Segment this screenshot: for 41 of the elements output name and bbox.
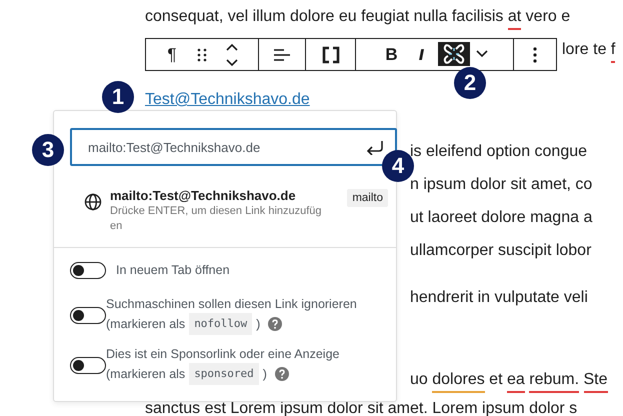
- paragraph-text: uo dolores et ea rebum. Ste: [410, 366, 608, 393]
- paragraph-text: sanctus est Lorem ipsum dolor sit amet. Lorem ipsum dolor s: [145, 398, 578, 416]
- suggestion-title: mailto:Test@Technikshavo.de: [110, 187, 297, 204]
- chevron-down-icon: [476, 50, 488, 58]
- link-type-tag: mailto: [347, 189, 388, 207]
- paragraph-text: lore te f: [562, 36, 616, 63]
- up-down-chevron-icon: [225, 42, 239, 68]
- note-text: ): [256, 316, 260, 333]
- align-left-icon: [273, 48, 291, 62]
- toggle-switch[interactable]: [70, 306, 106, 324]
- setting-label: In neuem Tab öffnen: [116, 262, 230, 279]
- note-text: (markieren als: [106, 316, 186, 333]
- setting-label: Dies ist ein Sponsorlink oder eine Anzeige: [106, 346, 340, 363]
- toggle-switch[interactable]: [70, 356, 106, 374]
- setting-label: Suchmaschinen sollen diesen Link ignorieren: [106, 296, 357, 313]
- number-badge: 4: [382, 150, 414, 182]
- code-tag: sponsored: [189, 363, 259, 385]
- paragraph-text: ullamcorper suscipit lobor: [410, 240, 592, 261]
- number-badge: 2: [454, 67, 486, 99]
- brackets-icon: [322, 46, 340, 64]
- bold-button[interactable]: B: [378, 40, 406, 68]
- italic-button[interactable]: I: [408, 40, 436, 68]
- code-tag: nofollow: [189, 313, 252, 335]
- more-options-icon: [533, 46, 537, 62]
- drag-handle-icon: [197, 48, 207, 62]
- paragraph-text: hendrerit in vulputate veli: [410, 288, 588, 308]
- broken-link-button[interactable]: [438, 42, 470, 66]
- globe-icon: [84, 193, 102, 211]
- paragraph-text: ut laoreet dolore magna a: [410, 208, 592, 228]
- paragraph-button[interactable]: ¶: [158, 40, 186, 68]
- enter-return-icon: [365, 139, 385, 155]
- paragraph-text: consequat, vel illum dolore eu feugiat nulla facilisis at vero e: [145, 4, 570, 30]
- number-badge: 3: [32, 134, 64, 166]
- toggle-switch[interactable]: [70, 262, 106, 278]
- note-text: (markieren als: [106, 366, 186, 383]
- email-link[interactable]: Test@Technikshavo.de: [145, 91, 310, 108]
- link-suggestion[interactable]: mailto:Test@Technikshavo.de Drücke ENTER, um diesen Link hinzuzufügen mailto: [70, 183, 388, 238]
- number-badge: 1: [102, 81, 134, 113]
- note-text: ): [262, 366, 267, 383]
- suggestion-hint: Drücke ENTER, um diesen Link hinzuzufügen: [110, 204, 322, 234]
- broken-link-icon: [442, 43, 464, 65]
